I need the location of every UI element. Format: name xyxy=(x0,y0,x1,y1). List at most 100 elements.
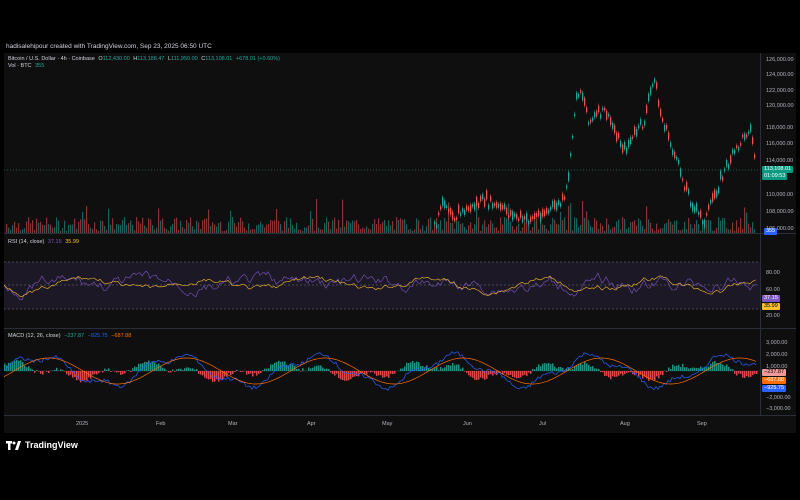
macd-line-tag: −925.75 xyxy=(762,385,787,392)
macd-histogram-bar xyxy=(462,367,464,371)
macd-histogram-bar xyxy=(372,371,374,372)
macd-histogram-bar xyxy=(728,366,730,371)
candle-body xyxy=(440,206,442,210)
candle-body xyxy=(546,207,548,214)
volume-bar xyxy=(190,217,192,234)
candle-body xyxy=(698,212,700,215)
candle-body xyxy=(732,149,734,154)
macd-histogram-bar xyxy=(660,371,662,375)
macd-histogram-bar xyxy=(250,371,252,374)
candle-body xyxy=(504,203,506,210)
candle-body xyxy=(516,214,518,219)
macd-title[interactable]: MACD (12, 26, close) xyxy=(8,333,61,339)
candle-body xyxy=(680,168,682,177)
macd-histogram-bar xyxy=(588,364,590,371)
macd-histogram-bar xyxy=(246,371,248,375)
countdown-tag: 01:09:53 xyxy=(762,173,788,180)
candle-body xyxy=(690,202,692,207)
macd-histogram-bar xyxy=(102,371,104,373)
candle-body xyxy=(472,204,474,207)
macd-histogram-bar xyxy=(42,371,44,375)
macd-histogram-bar xyxy=(308,367,310,371)
rsi-title[interactable]: RSI (14, close) xyxy=(8,239,44,245)
macd-histogram-bar xyxy=(128,370,130,371)
tradingview-logo-icon xyxy=(6,440,21,450)
candle-body xyxy=(668,132,670,140)
low-value: 111,950.00 xyxy=(171,56,198,62)
macd-histogram-bar xyxy=(482,371,484,379)
macd-histogram-bar xyxy=(220,371,222,380)
candle-body xyxy=(736,145,738,149)
candle-body xyxy=(752,137,754,144)
time-tick: Aug xyxy=(620,421,630,427)
macd-histogram-bar xyxy=(718,363,720,371)
macd-histogram-bar xyxy=(556,368,558,371)
high-value: 113,188.47 xyxy=(137,56,165,62)
macd-histogram-bar xyxy=(332,371,334,374)
macd-histogram-bar xyxy=(560,367,562,371)
macd-histogram-bar xyxy=(742,371,744,378)
macd-histogram-bar xyxy=(54,369,56,371)
candle-body xyxy=(616,132,618,142)
macd-histogram-bar xyxy=(34,371,36,373)
volume-bar xyxy=(418,220,420,234)
chart-plot[interactable] xyxy=(4,53,796,433)
macd-histogram-bar xyxy=(48,371,50,374)
candle-body xyxy=(708,204,710,210)
candle-body xyxy=(610,117,612,125)
candle-body xyxy=(578,93,580,98)
macd-histogram-bar xyxy=(376,371,378,376)
macd-histogram-bar xyxy=(168,371,170,373)
macd-histogram-bar xyxy=(450,365,452,371)
macd-histogram-bar xyxy=(590,366,592,371)
volume-bar xyxy=(584,217,586,234)
macd-histogram-bar xyxy=(720,363,722,371)
rsi-ma-value: 35.99 xyxy=(65,239,79,245)
macd-histogram-bar xyxy=(104,368,106,371)
macd-histogram-bar xyxy=(410,362,412,371)
volume-bar xyxy=(286,217,288,234)
volume-bar xyxy=(640,220,642,234)
macd-histogram-bar xyxy=(328,368,330,371)
macd-histogram-bar xyxy=(120,371,122,375)
time-tick: Apr xyxy=(307,421,316,427)
macd-histogram-bar xyxy=(458,364,460,371)
macd-histogram-bar xyxy=(290,364,292,371)
macd-histogram-bar xyxy=(518,371,520,379)
macd-histogram-bar xyxy=(70,371,72,375)
macd-histogram-bar xyxy=(108,368,110,371)
tradingview-logo[interactable]: TradingView xyxy=(6,440,78,450)
volume-bar xyxy=(596,220,598,234)
chart-area[interactable]: Bitcoin / U.S. Dollar · 4h · Coinbase O1… xyxy=(4,53,796,433)
volume-bar xyxy=(428,218,430,234)
pane-separator-rsi[interactable] xyxy=(4,233,796,234)
macd-histogram-bar xyxy=(118,371,120,373)
volume-bar xyxy=(724,217,726,234)
macd-histogram-bar xyxy=(334,371,336,376)
pane-separator-macd[interactable] xyxy=(4,328,796,329)
volume-bar xyxy=(430,217,432,234)
macd-histogram-bar xyxy=(312,367,314,371)
macd-histogram-bar xyxy=(618,371,620,376)
macd-histogram-bar xyxy=(232,371,234,374)
macd-histogram-bar xyxy=(536,367,538,371)
macd-histogram-bar xyxy=(540,366,542,371)
candle-body xyxy=(726,160,728,167)
price-tick: 124,000.00 xyxy=(766,72,794,78)
macd-histogram-bar xyxy=(520,371,522,378)
macd-histogram-bar xyxy=(394,371,396,374)
macd-histogram-bar xyxy=(470,371,472,377)
macd-histogram-bar xyxy=(18,360,20,371)
candle-body xyxy=(512,211,514,221)
macd-histogram-bar xyxy=(92,371,94,375)
macd-histogram-bar xyxy=(134,366,136,371)
candle-body xyxy=(498,203,500,208)
macd-histogram-bar xyxy=(270,364,272,371)
macd-histogram-bar xyxy=(218,371,220,382)
symbol-title[interactable]: Bitcoin / U.S. Dollar · 4h · Coinbase xyxy=(8,56,95,62)
volume-label[interactable]: Vol · BTC xyxy=(8,63,32,69)
macd-histogram-bar xyxy=(592,366,594,371)
macd-histogram-bar xyxy=(388,371,390,378)
candle-body xyxy=(590,119,592,123)
macd-signal-value: −687.88 xyxy=(111,333,132,339)
